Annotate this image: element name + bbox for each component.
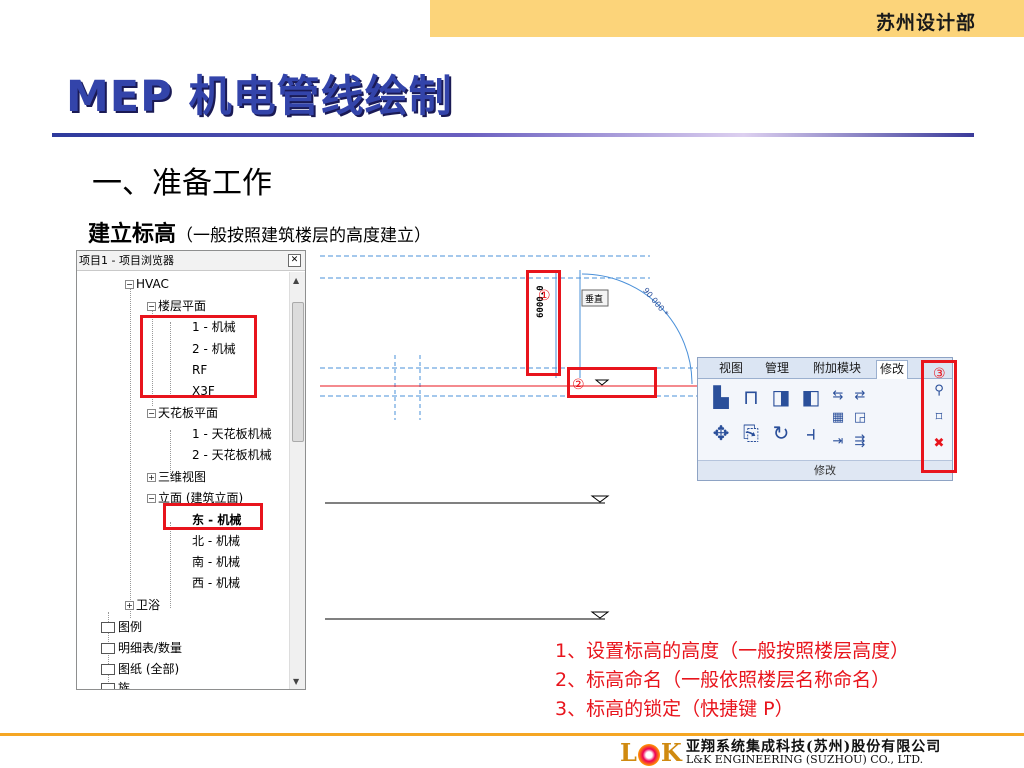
split-icon[interactable]: ⇆ (830, 388, 846, 404)
tree-item-label: 族 (118, 681, 131, 690)
tree-item-label: 西 - 机械 (192, 576, 240, 590)
tab-view[interactable]: 视图 (716, 360, 746, 377)
expand-icon[interactable]: + (147, 473, 156, 482)
subheading-main: 建立标高 (88, 222, 177, 247)
mirror-axis-icon[interactable]: ◨ (768, 384, 794, 410)
step-1: 1、设置标高的高度（一般按照楼层高度） (555, 640, 910, 662)
collapse-icon[interactable]: − (125, 280, 134, 289)
tree-item-label: 北 - 机械 (192, 534, 240, 548)
tree-item-north-mechanical[interactable]: 北 - 机械 (192, 533, 240, 549)
tree-item-sheets[interactable]: 图纸 (全部) (101, 661, 179, 677)
tree-item-label: 卫浴 (136, 598, 161, 612)
tree-item-label: 2 - 天花板机械 (192, 448, 272, 462)
tab-manage[interactable]: 管理 (762, 360, 792, 377)
marker-2: ② (572, 377, 585, 393)
scale-icon[interactable]: ◲ (852, 410, 868, 426)
tree-item-label: HVAC (136, 277, 169, 291)
tree-item-floor-plans[interactable]: − 楼层平面 (147, 298, 206, 314)
family-icon (101, 683, 115, 689)
tree-item-label: 南 - 机械 (192, 555, 240, 569)
department-tab: 苏州设计部 (430, 0, 1024, 37)
array-icon[interactable]: ▦ (830, 410, 846, 426)
tree-item-3d-views[interactable]: + 三维视图 (147, 469, 206, 485)
tree-item-label: 楼层平面 (158, 299, 207, 313)
tree-item-ceiling-plans[interactable]: − 天花板平面 (147, 405, 218, 421)
collapse-icon[interactable]: − (147, 409, 156, 418)
subheading-note: （一般按照建筑楼层的高度建立） (176, 226, 432, 246)
company-name-en: L&K ENGINEERING (SUZHOU) CO., LTD. (686, 753, 924, 766)
tab-addins[interactable]: 附加模块 (810, 360, 864, 377)
highlight-east-mechanical (163, 503, 263, 530)
tree-item-label: 1 - 天花板机械 (192, 427, 272, 441)
tree-item-label: 天花板平面 (158, 406, 219, 420)
level-head-icon (590, 611, 610, 619)
slide-title: MEP 机电管线绘制 (66, 72, 453, 122)
scroll-down-icon[interactable]: ▼ (293, 677, 299, 686)
trim-icon[interactable]: ⫞ (798, 420, 824, 446)
department-name: 苏州设计部 (875, 12, 976, 34)
tree-item-label: 图例 (118, 620, 143, 634)
rotate-icon[interactable]: ↻ (768, 420, 794, 446)
collapse-icon[interactable]: − (147, 494, 156, 503)
section-heading: 一、准备工作 (92, 166, 272, 201)
split-gap-icon[interactable]: ⇄ (852, 388, 868, 404)
tree-connector (130, 288, 131, 618)
tree-item-plumbing[interactable]: + 卫浴 (125, 597, 160, 613)
schedule-icon (101, 643, 115, 654)
trim-multi-icon[interactable]: ⇶ (852, 434, 868, 450)
close-icon[interactable]: ✕ (288, 254, 301, 267)
marker-3: ③ (933, 366, 946, 382)
tree-item-1-ceiling[interactable]: 1 - 天花板机械 (192, 426, 272, 442)
tree-item-label: 图纸 (全部) (118, 662, 180, 676)
tab-modify[interactable]: 修改 (876, 360, 909, 379)
title-divider (52, 133, 974, 137)
step-2: 2、标高命名（一般依照楼层名称命名） (555, 669, 891, 691)
tree-item-legends[interactable]: 图例 (101, 619, 142, 635)
logo-emblem-icon (637, 743, 660, 766)
project-browser-title: 项目1 - 项目浏览器 ✕ (77, 251, 305, 271)
highlight-level-height (526, 270, 561, 376)
move-icon[interactable]: ✥ (708, 420, 734, 446)
expand-icon[interactable]: + (125, 601, 134, 610)
ribbon-tabs: 视图 管理 附加模块 修改 (698, 358, 952, 379)
collapse-icon[interactable]: − (147, 302, 156, 311)
tree-item-schedules[interactable]: 明细表/数量 (101, 640, 182, 656)
tree-item-south-mechanical[interactable]: 南 - 机械 (192, 554, 240, 570)
vertical-tag-label: 垂直 (585, 295, 604, 305)
scrollbar-thumb[interactable] (292, 302, 304, 442)
company-logo: LK (620, 738, 682, 767)
copy-icon[interactable]: ⎘ (738, 420, 764, 446)
scroll-up-icon[interactable]: ▲ (293, 276, 299, 285)
tree-item-label: 明细表/数量 (118, 641, 183, 655)
offset-icon[interactable]: ⊓ (738, 384, 764, 410)
marker-1: ① (538, 288, 551, 304)
project-browser-title-text: 项目1 - 项目浏览器 (79, 254, 174, 267)
tree-item-2-ceiling[interactable]: 2 - 天花板机械 (192, 447, 272, 463)
tree-item-hvac[interactable]: − HVAC (125, 276, 169, 292)
align-icon[interactable]: ▙ (708, 384, 734, 410)
highlight-floor-plans (140, 315, 257, 398)
tree-item-label: 三维视图 (158, 470, 207, 484)
tree-item-west-mechanical[interactable]: 西 - 机械 (192, 575, 240, 591)
trim-single-icon[interactable]: ⇥ (830, 434, 846, 450)
mirror-draw-icon[interactable]: ◧ (798, 384, 824, 410)
ribbon-panel-label: 修改 (698, 460, 952, 480)
sheet-icon (101, 664, 115, 675)
subheading: 建立标高（一般按照建筑楼层的高度建立） (88, 216, 431, 248)
modify-ribbon: 视图 管理 附加模块 修改 ▙ ⊓ ◨ ◧ ⇆ ⇄ ▦ ◲ ✥ ⎘ ↻ ⫞ ⇥ … (697, 357, 953, 481)
tree-connector (170, 522, 171, 608)
step-3: 3、标高的锁定（快捷键 P） (555, 698, 794, 720)
steps-list: 1、设置标高的高度（一般按照楼层高度） 2、标高命名（一般依照楼层名称命名） 3… (555, 637, 909, 724)
elevation-canvas[interactable] (320, 250, 700, 640)
browser-scrollbar[interactable]: ▲ ▼ (289, 272, 305, 689)
legend-icon (101, 622, 115, 633)
level-head-icon (590, 495, 610, 503)
tree-item-families[interactable]: 族 (101, 680, 131, 690)
